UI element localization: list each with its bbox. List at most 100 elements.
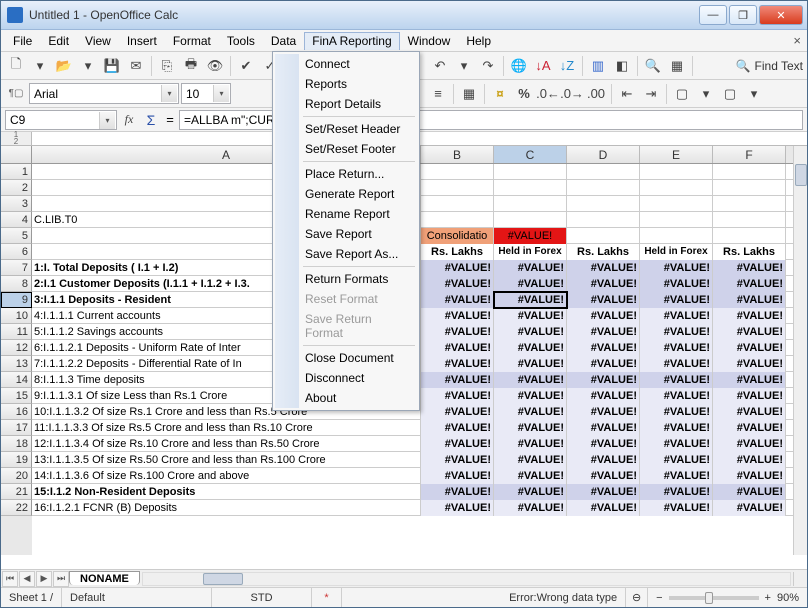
cell-C17[interactable]: #VALUE! bbox=[494, 420, 567, 436]
cell-A17[interactable]: 11:I.1.1.3.3 Of size Rs.5 Crore and less… bbox=[32, 420, 421, 436]
cell-C22[interactable]: #VALUE! bbox=[494, 500, 567, 516]
cell-A19[interactable]: 13:I.1.1.3.5 Of size Rs.50 Crore and les… bbox=[32, 452, 421, 468]
row-header-15[interactable]: 15 bbox=[1, 388, 32, 404]
cell-E17[interactable]: #VALUE! bbox=[640, 420, 713, 436]
cell-B1[interactable] bbox=[421, 164, 494, 180]
signature-icon[interactable]: ⊖ bbox=[626, 588, 648, 607]
cell-C15[interactable]: #VALUE! bbox=[494, 388, 567, 404]
dropdown-icon[interactable]: ▾ bbox=[743, 83, 765, 105]
cell-E19[interactable]: #VALUE! bbox=[640, 452, 713, 468]
menu-window[interactable]: Window bbox=[400, 32, 459, 50]
cell-F5[interactable] bbox=[713, 228, 786, 244]
sort-desc-icon[interactable]: ↓Z bbox=[556, 55, 578, 77]
cell-C21[interactable]: #VALUE! bbox=[494, 484, 567, 500]
cell-E2[interactable] bbox=[640, 180, 713, 196]
find-icon[interactable]: 🔍 bbox=[642, 55, 664, 77]
row-header-16[interactable]: 16 bbox=[1, 404, 32, 420]
add-decimal-icon[interactable]: .0← bbox=[537, 83, 559, 105]
column-header-B[interactable]: B bbox=[421, 146, 494, 163]
maximize-button[interactable]: ❐ bbox=[729, 5, 757, 25]
row-header-20[interactable]: 20 bbox=[1, 468, 32, 484]
scroll-thumb[interactable] bbox=[203, 573, 243, 585]
menu-item-rename-report[interactable]: Rename Report bbox=[275, 204, 417, 224]
currency-icon[interactable]: ¤ bbox=[489, 83, 511, 105]
cell-C13[interactable]: #VALUE! bbox=[494, 356, 567, 372]
cell-D10[interactable]: #VALUE! bbox=[567, 308, 640, 324]
cell-D7[interactable]: #VALUE! bbox=[567, 260, 640, 276]
chevron-down-icon[interactable]: ▾ bbox=[213, 85, 229, 102]
last-sheet-icon[interactable]: ⏭ bbox=[53, 571, 69, 587]
row-header-2[interactable]: 2 bbox=[1, 180, 32, 196]
vertical-scrollbar[interactable] bbox=[793, 146, 807, 555]
menu-item-save-report-as[interactable]: Save Report As... bbox=[275, 244, 417, 264]
cell-D17[interactable]: #VALUE! bbox=[567, 420, 640, 436]
row-header-9[interactable]: 9 bbox=[1, 292, 32, 308]
cell-B17[interactable]: #VALUE! bbox=[421, 420, 494, 436]
cell-C4[interactable] bbox=[494, 212, 567, 228]
cell-E18[interactable]: #VALUE! bbox=[640, 436, 713, 452]
cell-E9[interactable]: #VALUE! bbox=[640, 292, 713, 308]
style-indicator-icon[interactable]: ¶▢ bbox=[5, 83, 27, 105]
document-close-icon[interactable]: × bbox=[793, 33, 801, 48]
decrease-indent-icon[interactable]: ⇤ bbox=[616, 83, 638, 105]
cell-F20[interactable]: #VALUE! bbox=[713, 468, 786, 484]
cell-D8[interactable]: #VALUE! bbox=[567, 276, 640, 292]
cell-D1[interactable] bbox=[567, 164, 640, 180]
bgcolor-icon[interactable]: ▢ bbox=[719, 83, 741, 105]
cell-F1[interactable] bbox=[713, 164, 786, 180]
cell-B7[interactable]: #VALUE! bbox=[421, 260, 494, 276]
page-style[interactable]: Default bbox=[62, 588, 212, 607]
font-size-combo[interactable]: 10 ▾ bbox=[181, 83, 231, 104]
dropdown-icon[interactable]: ▾ bbox=[77, 55, 99, 77]
menu-file[interactable]: File bbox=[5, 32, 40, 50]
chevron-down-icon[interactable]: ▾ bbox=[99, 112, 115, 129]
row-header-13[interactable]: 13 bbox=[1, 356, 32, 372]
scroll-thumb[interactable] bbox=[795, 164, 807, 186]
cell-D4[interactable] bbox=[567, 212, 640, 228]
cell-E8[interactable]: #VALUE! bbox=[640, 276, 713, 292]
name-box[interactable]: C9 ▾ bbox=[5, 110, 117, 130]
menu-item-disconnect[interactable]: Disconnect bbox=[275, 368, 417, 388]
cell-E7[interactable]: #VALUE! bbox=[640, 260, 713, 276]
print-preview-icon[interactable]: 👁 bbox=[204, 55, 226, 77]
select-all-corner[interactable] bbox=[1, 146, 32, 164]
cell-F9[interactable]: #VALUE! bbox=[713, 292, 786, 308]
cell-B6[interactable]: Rs. Lakhs bbox=[421, 244, 494, 260]
cell-C14[interactable]: #VALUE! bbox=[494, 372, 567, 388]
dropdown-icon[interactable]: ▾ bbox=[29, 55, 51, 77]
first-sheet-icon[interactable]: ⏮ bbox=[2, 571, 18, 587]
cell-A18[interactable]: 12:I.1.1.3.4 Of size Rs.10 Crore and les… bbox=[32, 436, 421, 452]
cell-F3[interactable] bbox=[713, 196, 786, 212]
find-text-box[interactable]: 🔍 Find Text bbox=[736, 59, 803, 73]
cell-E14[interactable]: #VALUE! bbox=[640, 372, 713, 388]
pdf-export-icon[interactable]: ⎘ bbox=[156, 55, 178, 77]
cell-B4[interactable] bbox=[421, 212, 494, 228]
cell-E10[interactable]: #VALUE! bbox=[640, 308, 713, 324]
horizontal-scrollbar[interactable] bbox=[142, 572, 791, 586]
cell-D5[interactable] bbox=[567, 228, 640, 244]
row-header-11[interactable]: 11 bbox=[1, 324, 32, 340]
cell-F10[interactable]: #VALUE! bbox=[713, 308, 786, 324]
cell-B5[interactable]: Consolidatio bbox=[421, 228, 494, 244]
save-icon[interactable]: 💾 bbox=[101, 55, 123, 77]
cell-B11[interactable]: #VALUE! bbox=[421, 324, 494, 340]
row-header-14[interactable]: 14 bbox=[1, 372, 32, 388]
cell-B22[interactable]: #VALUE! bbox=[421, 500, 494, 516]
minimize-button[interactable]: — bbox=[699, 5, 727, 25]
cell-B20[interactable]: #VALUE! bbox=[421, 468, 494, 484]
cell-D18[interactable]: #VALUE! bbox=[567, 436, 640, 452]
cell-E3[interactable] bbox=[640, 196, 713, 212]
menu-item-about[interactable]: About bbox=[275, 388, 417, 408]
row-header-18[interactable]: 18 bbox=[1, 436, 32, 452]
zoom-in-icon[interactable]: + bbox=[765, 592, 771, 604]
close-button[interactable]: ✕ bbox=[759, 5, 803, 25]
menu-item-set-reset-header[interactable]: Set/Reset Header bbox=[275, 119, 417, 139]
percent-icon[interactable]: % bbox=[513, 83, 535, 105]
menu-edit[interactable]: Edit bbox=[40, 32, 77, 50]
row-header-8[interactable]: 8 bbox=[1, 276, 32, 292]
row-header-12[interactable]: 12 bbox=[1, 340, 32, 356]
row-header-7[interactable]: 7 bbox=[1, 260, 32, 276]
cell-C3[interactable] bbox=[494, 196, 567, 212]
zoom-slider[interactable] bbox=[669, 596, 759, 600]
column-header-F[interactable]: F bbox=[713, 146, 786, 163]
